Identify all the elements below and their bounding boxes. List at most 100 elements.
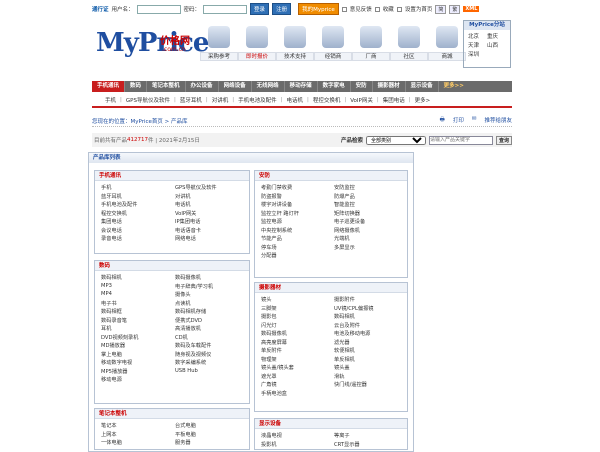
- category-item-link[interactable]: 遮光罩: [261, 373, 334, 380]
- category-box-title[interactable]: 笔记本整机: [95, 409, 249, 419]
- category-item-link[interactable]: 程控交换机: [101, 210, 175, 217]
- category-item-link[interactable]: 点读机: [175, 300, 249, 307]
- traditional-button[interactable]: 繁: [449, 4, 461, 14]
- category-item-link[interactable]: 快门线/遥控器: [334, 381, 407, 388]
- category-item-link[interactable]: 手机: [101, 184, 175, 191]
- category-item-link[interactable]: 分配器: [261, 252, 334, 259]
- cat-tab-mobile[interactable]: 手机通讯: [92, 81, 126, 92]
- category-item-link[interactable]: 光端机: [334, 235, 407, 242]
- site-logo[interactable]: MyPrice 价格网 .com.cn: [96, 28, 209, 58]
- subcat-more[interactable]: 更多>: [412, 96, 434, 104]
- category-item-link[interactable]: 停车场: [261, 244, 334, 251]
- category-box-title[interactable]: 摄影器材: [255, 283, 407, 293]
- category-item-link[interactable]: 平板电脑: [175, 431, 249, 438]
- city-link[interactable]: 北京: [468, 32, 487, 40]
- category-item-link[interactable]: 滤光器: [334, 339, 407, 346]
- category-item-link[interactable]: UV镜/CPL偏振镜: [334, 305, 407, 312]
- cat-tab-camera[interactable]: 摄影器材: [373, 81, 406, 92]
- category-item-link[interactable]: 广角镜: [261, 381, 334, 388]
- xml-button[interactable]: XML: [463, 6, 480, 12]
- register-button[interactable]: 注册: [272, 3, 292, 15]
- category-item-link[interactable]: 闪光灯: [261, 322, 334, 329]
- nav-tech[interactable]: 技术支持: [276, 26, 314, 61]
- category-item-link[interactable]: 移动数字电视: [101, 359, 175, 366]
- category-item-link[interactable]: 监控电源: [261, 218, 334, 225]
- category-item-link[interactable]: 节能产品: [261, 235, 334, 242]
- city-link[interactable]: 重庆: [487, 32, 506, 40]
- category-item-link[interactable]: VoIP网关: [175, 210, 249, 217]
- subcat-link[interactable]: 手机: [102, 96, 119, 104]
- category-item-link[interactable]: 矩阵切换器: [334, 210, 407, 217]
- category-item-link[interactable]: 三脚架: [261, 305, 334, 312]
- category-item-link[interactable]: 监控立杆 路灯杆: [261, 210, 334, 217]
- category-item-link[interactable]: 安防监控: [334, 184, 407, 191]
- feedback-link[interactable]: 意见反馈: [350, 5, 372, 13]
- category-item-link[interactable]: 上网本: [101, 431, 175, 438]
- category-item-link[interactable]: 耳机: [101, 325, 175, 332]
- category-item-link[interactable]: 摄影包: [261, 313, 334, 320]
- category-box-title[interactable]: 数码: [95, 261, 249, 271]
- category-item-link[interactable]: 中央控制系统: [261, 227, 334, 234]
- category-item-link[interactable]: 云台及附件: [334, 322, 407, 329]
- category-item-link[interactable]: 物理架: [261, 356, 334, 363]
- category-item-link[interactable]: 电子书: [101, 300, 175, 307]
- cat-tab-network[interactable]: 网络设备: [219, 81, 252, 92]
- nav-dealer[interactable]: 经销商: [314, 26, 352, 61]
- username-input[interactable]: [136, 4, 181, 14]
- city-link[interactable]: 山西: [487, 41, 506, 49]
- category-item-link[interactable]: [334, 390, 407, 397]
- favorite-checkbox[interactable]: [374, 6, 380, 12]
- category-item-link[interactable]: 对讲机: [175, 193, 249, 200]
- category-item-link[interactable]: 摄影附件: [334, 296, 407, 303]
- category-item-link[interactable]: 考勤门禁收费: [261, 184, 334, 191]
- category-item-link[interactable]: 防爆产品: [334, 193, 407, 200]
- myprice-button[interactable]: 我的Myprice: [298, 3, 339, 15]
- category-item-link[interactable]: 多屏显示: [334, 244, 407, 251]
- category-item-link[interactable]: 数字采编系统: [175, 359, 249, 366]
- category-item-link[interactable]: 数码相机: [101, 274, 175, 281]
- category-item-link[interactable]: 数码及车载配件: [175, 342, 249, 349]
- category-item-link[interactable]: MP3: [101, 283, 175, 290]
- category-item-link[interactable]: 数码相机: [334, 313, 407, 320]
- category-item-link[interactable]: 单反相机: [334, 356, 407, 363]
- category-box-title[interactable]: 显示设备: [255, 419, 407, 429]
- category-item-link[interactable]: 摄像头: [175, 291, 249, 298]
- category-item-link[interactable]: 网络电话: [175, 235, 249, 242]
- category-item-link[interactable]: 手柄电池盒: [261, 390, 334, 397]
- category-item-link[interactable]: 移动电源: [101, 376, 175, 383]
- category-item-link[interactable]: USB Hub: [175, 368, 249, 375]
- category-item-link[interactable]: 随身视及视频仪: [175, 351, 249, 358]
- search-button[interactable]: 查询: [495, 135, 512, 145]
- category-item-link[interactable]: 笔记本: [101, 422, 175, 429]
- subcat-link[interactable]: 对讲机: [209, 96, 232, 104]
- subcat-link[interactable]: 程控交换机: [310, 96, 344, 104]
- nav-reference[interactable]: 采购参考: [200, 26, 238, 61]
- category-item-link[interactable]: GPS导航仪及软件: [175, 184, 249, 191]
- recommend-icon[interactable]: ✉: [472, 116, 477, 125]
- cat-tab-more[interactable]: 更多>>: [439, 81, 469, 92]
- cat-tab-storage[interactable]: 移动存储: [285, 81, 318, 92]
- category-item-link[interactable]: 高亮度屏幕: [261, 339, 334, 346]
- category-item-link[interactable]: 镜头盖/镜头套: [261, 364, 334, 371]
- category-item-link[interactable]: 智能监控: [334, 201, 407, 208]
- category-item-link[interactable]: 电子辞典/学习机: [175, 283, 249, 290]
- category-item-link[interactable]: 防盗报警: [261, 193, 334, 200]
- category-item-link[interactable]: 台式电脑: [175, 422, 249, 429]
- subcat-link[interactable]: 蓝牙耳机: [177, 96, 205, 104]
- category-item-link[interactable]: CD机: [175, 334, 249, 341]
- simplified-button[interactable]: 简: [435, 4, 447, 14]
- print-link[interactable]: 打印: [453, 116, 464, 125]
- subcat-link[interactable]: 集团电话: [380, 96, 408, 104]
- category-item-link[interactable]: 数码摄像机: [175, 274, 249, 281]
- category-item-link[interactable]: 掌上电脑: [101, 351, 175, 358]
- category-item-link[interactable]: CRT显示器: [334, 441, 407, 448]
- category-item-link[interactable]: 蓝牙耳机: [101, 193, 175, 200]
- favorite-link[interactable]: 收藏: [383, 5, 394, 13]
- homepage-link[interactable]: 设置为首页: [405, 5, 433, 13]
- category-item-link[interactable]: 电子巡更设备: [334, 218, 407, 225]
- cat-tab-laptop[interactable]: 笔记本整机: [147, 81, 186, 92]
- category-item-link[interactable]: 数码摄像机: [261, 330, 334, 337]
- nav-community[interactable]: 社区: [390, 26, 428, 61]
- city-link[interactable]: 深圳: [468, 50, 487, 58]
- login-button[interactable]: 登录: [250, 3, 270, 15]
